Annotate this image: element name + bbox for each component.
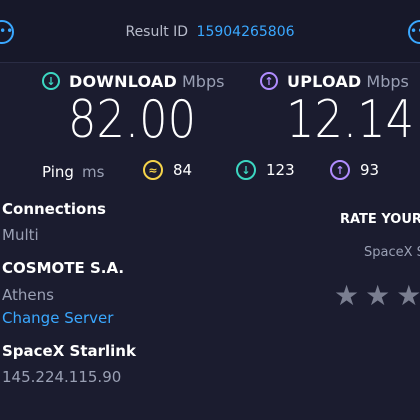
result-id-link[interactable]: 15904265806 [197, 24, 295, 40]
result-label: Result ID [125, 24, 189, 40]
rate-provider: SpaceX S [364, 245, 420, 260]
result-id-row: Result ID 15904265806 [0, 24, 420, 40]
star-rating[interactable]: ★ ★ ★ [334, 282, 420, 310]
header-divider [0, 62, 420, 63]
star-icon[interactable]: ★ [365, 282, 390, 310]
ping-download: ↓ 123 [236, 160, 295, 180]
upload-label: UPLOAD [287, 71, 362, 91]
download-unit: Mbps [181, 71, 225, 91]
arrow-up-circle-icon: ↑ [330, 160, 350, 180]
ping-label: Ping [42, 163, 74, 181]
server-provider: COSMOTE S.A. [2, 259, 125, 277]
download-value: 82.00 [68, 90, 197, 150]
ping-row: Ping ms ≈ 84 ↓ 123 ↑ 93 [0, 160, 420, 184]
arrow-down-circle-icon: ↓ [236, 160, 256, 180]
upload-unit: Mbps [366, 71, 409, 91]
ping-icon: ≈ [143, 160, 163, 180]
upload-value: 12.14 [286, 90, 415, 150]
star-icon[interactable]: ★ [396, 282, 420, 310]
connections-mode[interactable]: Multi [2, 226, 39, 244]
ping-idle-value: 84 [173, 161, 193, 179]
upload-header: ↑ UPLOAD Mbps [260, 70, 409, 92]
arrow-up-circle-icon: ↑ [260, 72, 278, 90]
star-icon[interactable]: ★ [334, 282, 359, 310]
ping-upload-value: 93 [360, 161, 380, 179]
connections-title: Connections [2, 200, 106, 218]
isp-ip: 145.224.115.90 [2, 368, 122, 386]
change-server-link[interactable]: Change Server [2, 309, 113, 327]
ping-upload: ↑ 93 [330, 160, 379, 180]
ping-download-value: 123 [266, 161, 295, 179]
server-city: Athens [2, 286, 54, 304]
download-header: ↓ DOWNLOAD Mbps [42, 70, 224, 92]
arrow-down-circle-icon: ↓ [42, 72, 60, 90]
download-label: DOWNLOAD [69, 71, 177, 91]
rate-title: RATE YOUR [340, 212, 420, 227]
ping-idle: ≈ 84 [143, 160, 192, 180]
isp-name: SpaceX Starlink [2, 342, 136, 360]
ping-unit: ms [82, 163, 105, 181]
